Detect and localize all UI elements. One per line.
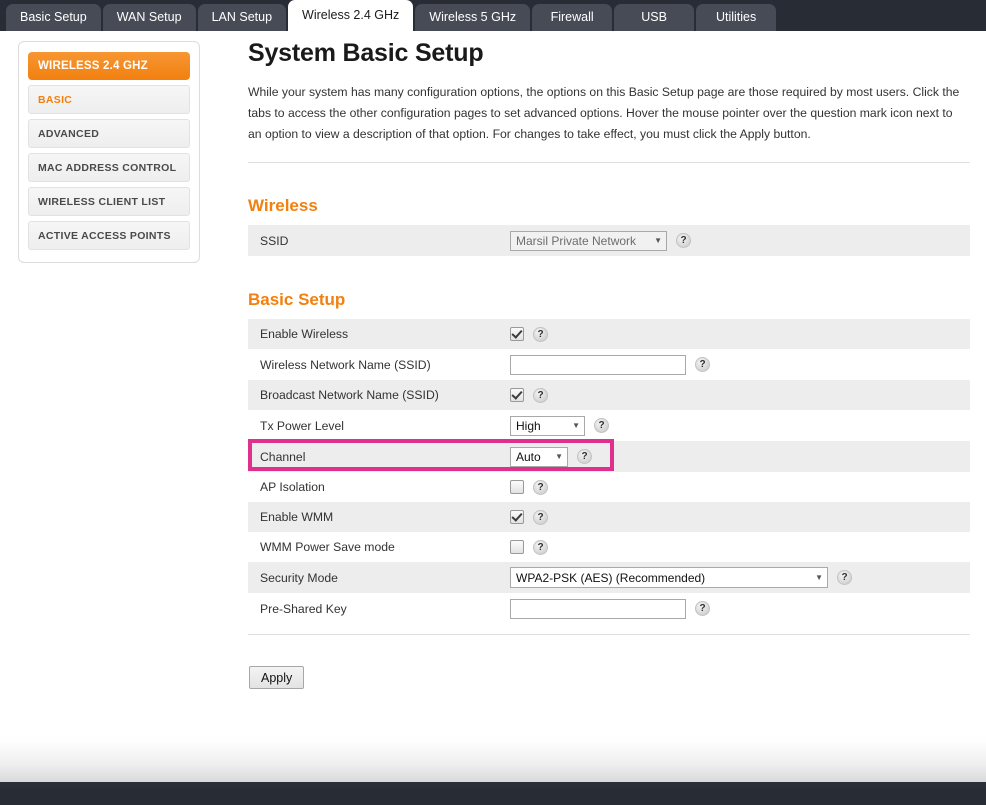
help-icon-tx-power-level[interactable]: ? bbox=[594, 418, 609, 433]
row-field-enable-wireless: ? bbox=[510, 326, 548, 342]
help-icon-channel[interactable]: ? bbox=[577, 449, 592, 464]
checkbox-wmm-power-save-mode[interactable] bbox=[510, 540, 524, 554]
help-icon-pre-shared-key[interactable]: ? bbox=[695, 601, 710, 616]
row-channel: Channel Auto ▼ ? bbox=[248, 439, 970, 472]
checkbox-wrap-broadcast bbox=[510, 388, 524, 402]
chevron-down-icon: ▼ bbox=[815, 572, 823, 582]
ssid-select[interactable]: Marsil Private Network ▼ bbox=[510, 230, 667, 251]
help-icon-ssid[interactable]: ? bbox=[676, 233, 691, 248]
row-label-enable-wmm: Enable WMM bbox=[260, 510, 334, 524]
row-network-name: Wireless Network Name (SSID) ? bbox=[248, 349, 970, 380]
help-icon-network-name[interactable]: ? bbox=[695, 357, 710, 372]
tab-utilities[interactable]: Utilities bbox=[696, 4, 777, 31]
row-label-ssid: SSID bbox=[260, 233, 289, 248]
row-enable-wireless: Enable Wireless ? bbox=[248, 319, 970, 349]
help-icon-broadcast-network-name[interactable]: ? bbox=[533, 387, 548, 403]
chevron-down-icon: ▼ bbox=[555, 451, 563, 461]
ssid-select-value: Marsil Private Network bbox=[516, 233, 637, 248]
row-ssid: SSID Marsil Private Network ▼ ? bbox=[248, 225, 970, 256]
window-bottom-frame bbox=[0, 782, 986, 788]
footer-gradient bbox=[0, 734, 986, 782]
row-field-ssid: Marsil Private Network ▼ ? bbox=[510, 230, 691, 251]
section-title-wireless: Wireless bbox=[248, 196, 318, 215]
row-tx-power-level: Tx Power Level High ▼ ? bbox=[248, 410, 970, 441]
checkbox-wrap-ap-isolation bbox=[510, 480, 524, 494]
help-icon-security-mode[interactable]: ? bbox=[837, 570, 852, 585]
help-icon-enable-wireless[interactable]: ? bbox=[533, 326, 548, 342]
row-label-enable-wireless: Enable Wireless bbox=[260, 327, 349, 341]
help-icon-ap-isolation[interactable]: ? bbox=[533, 479, 548, 495]
tab-wireless-5ghz[interactable]: Wireless 5 GHz bbox=[415, 4, 531, 31]
wireless-rows: SSID Marsil Private Network ▼ ? bbox=[248, 225, 970, 256]
row-field-tx-power-level: High ▼ ? bbox=[510, 415, 609, 436]
row-broadcast-network-name: Broadcast Network Name (SSID) ? bbox=[248, 380, 970, 410]
tab-wireless-24ghz[interactable]: Wireless 2.4 GHz bbox=[288, 0, 414, 31]
chevron-down-icon: ▼ bbox=[572, 420, 580, 430]
row-label-tx-power-level: Tx Power Level bbox=[260, 418, 344, 433]
row-field-broadcast-network-name: ? bbox=[510, 387, 548, 403]
row-field-pre-shared-key: ? bbox=[510, 598, 710, 619]
row-label-channel: Channel bbox=[260, 449, 306, 464]
sidebar-item-advanced[interactable]: ADVANCED bbox=[28, 119, 190, 148]
checkbox-enable-wmm[interactable] bbox=[510, 510, 524, 524]
sidebar-header: WIRELESS 2.4 GHZ bbox=[28, 52, 190, 80]
security-mode-value: WPA2-PSK (AES) (Recommended) bbox=[516, 570, 706, 585]
page-body: WIRELESS 2.4 GHZ BASIC ADVANCED MAC ADDR… bbox=[0, 31, 986, 788]
row-enable-wmm: Enable WMM ? bbox=[248, 502, 970, 532]
row-field-ap-isolation: ? bbox=[510, 479, 548, 495]
channel-select-value: Auto bbox=[516, 449, 541, 464]
tab-lan-setup[interactable]: LAN Setup bbox=[197, 4, 287, 31]
row-label-wmm-power-save-mode: WMM Power Save mode bbox=[260, 540, 395, 554]
help-icon-wmm-power-save-mode[interactable]: ? bbox=[533, 539, 548, 555]
form-bottom-divider bbox=[248, 634, 970, 635]
description-divider bbox=[248, 162, 970, 163]
pre-shared-key-input[interactable] bbox=[510, 598, 686, 619]
basic-setup-rows: Enable Wireless ? Wireless Network Name … bbox=[248, 319, 970, 624]
row-field-enable-wmm: ? bbox=[510, 509, 548, 525]
row-security-mode: Security Mode WPA2-PSK (AES) (Recommende… bbox=[248, 562, 970, 593]
main-tab-bar: Basic Setup WAN Setup LAN Setup Wireless… bbox=[0, 0, 986, 31]
section-title-basic-setup: Basic Setup bbox=[248, 290, 346, 309]
row-label-pre-shared-key: Pre-Shared Key bbox=[260, 601, 347, 616]
row-label-network-name: Wireless Network Name (SSID) bbox=[260, 357, 431, 372]
row-label-security-mode: Security Mode bbox=[260, 570, 338, 585]
sidebar-item-basic[interactable]: BASIC bbox=[28, 85, 190, 114]
tx-power-level-value: High bbox=[516, 418, 541, 433]
row-ap-isolation: AP Isolation ? bbox=[248, 472, 970, 502]
sidebar-item-active-access-points[interactable]: ACTIVE ACCESS POINTS bbox=[28, 221, 190, 250]
chevron-down-icon: ▼ bbox=[654, 235, 662, 245]
sidebar-item-mac-address-control[interactable]: MAC ADDRESS CONTROL bbox=[28, 153, 190, 182]
router-admin-window: Basic Setup WAN Setup LAN Setup Wireless… bbox=[0, 0, 986, 805]
row-pre-shared-key: Pre-Shared Key ? bbox=[248, 593, 970, 624]
checkbox-broadcast-network-name[interactable] bbox=[510, 388, 524, 402]
checkbox-enable-wireless[interactable] bbox=[510, 327, 524, 341]
page-title: System Basic Setup bbox=[248, 39, 484, 67]
row-field-wmm-power-save-mode: ? bbox=[510, 539, 548, 555]
checkbox-wrap-wmm-power-save bbox=[510, 540, 524, 554]
content-area: System Basic Setup While your system has… bbox=[248, 39, 970, 689]
row-label-ap-isolation: AP Isolation bbox=[260, 480, 325, 494]
tab-usb[interactable]: USB bbox=[614, 4, 695, 31]
tab-firewall[interactable]: Firewall bbox=[532, 4, 613, 31]
page-description: While your system has many configuration… bbox=[248, 85, 960, 141]
sidebar-item-wireless-client-list[interactable]: WIRELESS CLIENT LIST bbox=[28, 187, 190, 216]
channel-select[interactable]: Auto ▼ bbox=[510, 446, 568, 467]
row-wmm-power-save-mode: WMM Power Save mode ? bbox=[248, 532, 970, 562]
help-icon-enable-wmm[interactable]: ? bbox=[533, 509, 548, 525]
checkbox-wrap-enable-wmm bbox=[510, 510, 524, 524]
checkbox-wrap-enable-wireless bbox=[510, 327, 524, 341]
tab-basic-setup[interactable]: Basic Setup bbox=[6, 4, 101, 31]
network-name-input[interactable] bbox=[510, 354, 686, 375]
row-field-network-name: ? bbox=[510, 354, 710, 375]
tab-wan-setup[interactable]: WAN Setup bbox=[102, 4, 196, 31]
checkbox-ap-isolation[interactable] bbox=[510, 480, 524, 494]
row-label-broadcast-network-name: Broadcast Network Name (SSID) bbox=[260, 388, 439, 402]
tx-power-level-select[interactable]: High ▼ bbox=[510, 415, 585, 436]
sidebar: WIRELESS 2.4 GHZ BASIC ADVANCED MAC ADDR… bbox=[18, 41, 200, 263]
apply-button[interactable]: Apply bbox=[249, 666, 305, 689]
security-mode-select[interactable]: WPA2-PSK (AES) (Recommended) ▼ bbox=[510, 567, 828, 588]
row-field-security-mode: WPA2-PSK (AES) (Recommended) ▼ ? bbox=[510, 567, 852, 588]
row-field-channel: Auto ▼ ? bbox=[510, 446, 592, 467]
